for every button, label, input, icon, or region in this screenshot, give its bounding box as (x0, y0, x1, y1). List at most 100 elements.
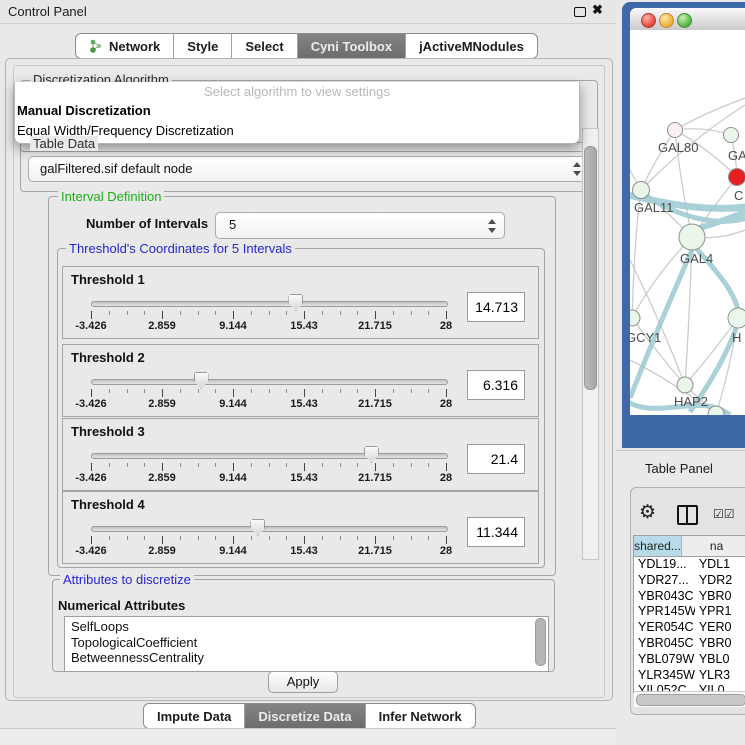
attribute-list-item[interactable]: SelfLoops (65, 619, 548, 635)
threshold-1-value-field[interactable]: 14.713 (467, 292, 525, 322)
table-row[interactable]: YDR27...YDR2 (634, 573, 745, 589)
control-panel-header (0, 0, 616, 24)
algorithm-option[interactable]: Manual Discretization (15, 101, 579, 121)
table-hscrollbar[interactable] (634, 691, 745, 707)
number-of-intervals-combobox[interactable]: 5 (215, 212, 505, 239)
cell-name[interactable]: YPR1 (695, 604, 745, 620)
control-panel-tabs: Network Style Select Cyni Toolbox jActiv… (75, 33, 538, 59)
attribute-list-item[interactable]: BetweennessCentrality (65, 650, 548, 666)
table-header-row: shared... na (634, 536, 745, 557)
table-row[interactable]: YBR043CYBR0 (634, 589, 745, 605)
threshold-2-value-field[interactable]: 6.316 (467, 370, 525, 400)
node-gal11 (633, 182, 650, 199)
threshold-3-tick-labels: -3.4262.8599.14415.4321.71528 (91, 472, 446, 484)
tab-network[interactable]: Network (76, 34, 173, 58)
cell-name[interactable]: YBL0 (695, 652, 745, 668)
threshold-2-slider-thumb[interactable] (194, 372, 209, 389)
cell-shared-name[interactable]: YLR345W (634, 668, 695, 684)
cell-shared-name[interactable]: YDR27... (634, 573, 695, 589)
threshold-4-slider-thumb[interactable] (250, 519, 265, 536)
table-rows[interactable]: YDL19...YDL1YDR27...YDR2YBR043CYBR0YPR14… (634, 557, 745, 691)
numerical-attributes-list[interactable]: SelfLoopsTopologicalCoefficientBetweenne… (64, 616, 549, 672)
threshold-3-value-field[interactable]: 21.4 (467, 444, 525, 474)
bottom-strip (0, 728, 616, 745)
table-row[interactable]: YDL19...YDL1 (634, 557, 745, 573)
svg-text:GAL80: GAL80 (658, 140, 698, 155)
tab-impute-data[interactable]: Impute Data (144, 704, 244, 728)
select-columns-checkboxes-icon[interactable]: ☑☑ (713, 507, 735, 521)
cell-name[interactable]: YER0 (695, 620, 745, 636)
cell-shared-name[interactable]: YBR045C (634, 636, 695, 652)
table-row[interactable]: YER054CYER0 (634, 620, 745, 636)
algorithm-option[interactable]: Equal Width/Frequency Discretization (15, 121, 579, 141)
tab-cyni-toolbox[interactable]: Cyni Toolbox (297, 34, 405, 58)
cell-shared-name[interactable]: YER054C (634, 620, 695, 636)
threshold-1-slider-track[interactable] (91, 301, 448, 307)
network-icon (89, 39, 103, 53)
node-attribute-table[interactable]: shared... na YDL19...YDL1YDR27...YDR2YBR… (633, 535, 745, 693)
cell-shared-name[interactable]: YBR043C (634, 589, 695, 605)
algorithm-dropdown-popup: Select algorithm to view settings Manual… (14, 82, 580, 144)
cell-name[interactable]: YIL0 (695, 683, 745, 691)
svg-text:GCY1: GCY1 (630, 330, 661, 345)
gear-icon[interactable]: ⚙ (639, 501, 656, 524)
cell-shared-name[interactable]: YBL079W (634, 652, 695, 668)
cell-name[interactable]: YDR2 (695, 573, 745, 589)
threshold-3-slider-thumb[interactable] (364, 446, 379, 463)
zoom-light[interactable] (677, 13, 692, 28)
tab-jactivemnodules[interactable]: jActiveMNodules (405, 34, 537, 58)
table-row[interactable]: YPR145WYPR1 (634, 604, 745, 620)
threshold-2-slider-track[interactable] (91, 379, 448, 385)
table-row[interactable]: YBL079WYBL0 (634, 652, 745, 668)
attribute-list-item[interactable]: TopologicalCoefficient (65, 635, 548, 651)
table-data-group-title: Table Data (30, 136, 98, 151)
attributes-scrollbar[interactable] (535, 618, 545, 666)
cell-name[interactable]: YBR0 (695, 636, 745, 652)
threshold-4-ticks (91, 536, 446, 545)
threshold-3-slider-track[interactable] (91, 453, 448, 459)
combo-stepper-icon (487, 219, 496, 233)
threshold-1-slider-thumb[interactable] (288, 294, 303, 311)
cell-shared-name[interactable]: YDL19... (634, 557, 695, 573)
tab-style[interactable]: Style (173, 34, 231, 58)
threshold-4-slider-track[interactable] (91, 526, 448, 532)
threshold-2-label: Threshold 2 (71, 350, 145, 365)
node-gcy1 (630, 310, 640, 326)
threshold-1-ticks (91, 311, 446, 320)
node-h (728, 308, 745, 328)
network-window-titlebar[interactable] (630, 8, 745, 31)
table-hscrollbar-thumb[interactable] (636, 694, 745, 706)
tab-select[interactable]: Select (231, 34, 296, 58)
tab-infer-network[interactable]: Infer Network (365, 704, 475, 728)
threshold-4-value-field[interactable]: 11.344 (467, 517, 525, 547)
minimize-light[interactable] (659, 13, 674, 28)
cell-name[interactable]: YBR0 (695, 589, 745, 605)
control-panel-title: Control Panel (8, 4, 87, 19)
cell-name[interactable]: YDL1 (695, 557, 745, 573)
cell-name[interactable]: YLR3 (695, 668, 745, 684)
split-columns-icon[interactable] (677, 505, 698, 525)
table-row[interactable]: YBR045CYBR0 (634, 636, 745, 652)
tab-discretize-data[interactable]: Discretize Data (244, 704, 364, 728)
network-canvas[interactable]: GAL80 GA C GAL11 GAL4 GCY1 H HAP2 (630, 30, 745, 415)
attributes-scrollbar-thumb[interactable] (535, 618, 546, 666)
threshold-4-tick-labels: -3.4262.8599.14415.4321.71528 (91, 545, 446, 557)
table-data-value: galFiltered.sif default node (40, 157, 192, 180)
cell-shared-name[interactable]: YPR145W (634, 604, 695, 620)
table-row[interactable]: YIL052CYIL0 (634, 683, 745, 691)
close-light[interactable] (641, 13, 656, 28)
node-ga (724, 128, 739, 143)
table-row[interactable]: YLR345WYLR3 (634, 668, 745, 684)
close-icon[interactable]: ✖ (592, 2, 603, 18)
column-header-name[interactable]: na (682, 536, 745, 556)
main-scrollbar-thumb[interactable] (584, 146, 597, 390)
threshold-1-panel: Threshold 1 -3.4262.8599.14415.4321.7152… (62, 266, 539, 339)
thresholds-group-title: Threshold's Coordinates for 5 Intervals (66, 241, 295, 256)
column-header-shared-name[interactable]: shared... (634, 536, 682, 556)
threshold-3-label: Threshold 3 (71, 424, 145, 439)
cell-shared-name[interactable]: YIL052C (634, 683, 695, 691)
table-data-combobox[interactable]: galFiltered.sif default node (28, 156, 590, 182)
threshold-4-label: Threshold 4 (71, 497, 145, 512)
float-window-icon[interactable] (574, 7, 586, 17)
apply-button[interactable]: Apply (268, 671, 338, 693)
